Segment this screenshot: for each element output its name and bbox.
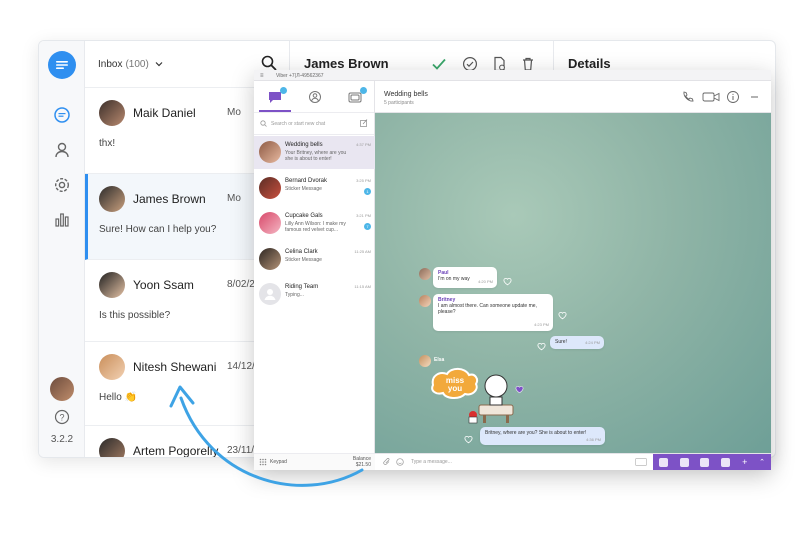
curved-arrow-icon bbox=[169, 385, 364, 487]
promo-stage: ? 3.2.2 Inbox (100) Maik Daniel Mo thx! bbox=[0, 0, 809, 535]
